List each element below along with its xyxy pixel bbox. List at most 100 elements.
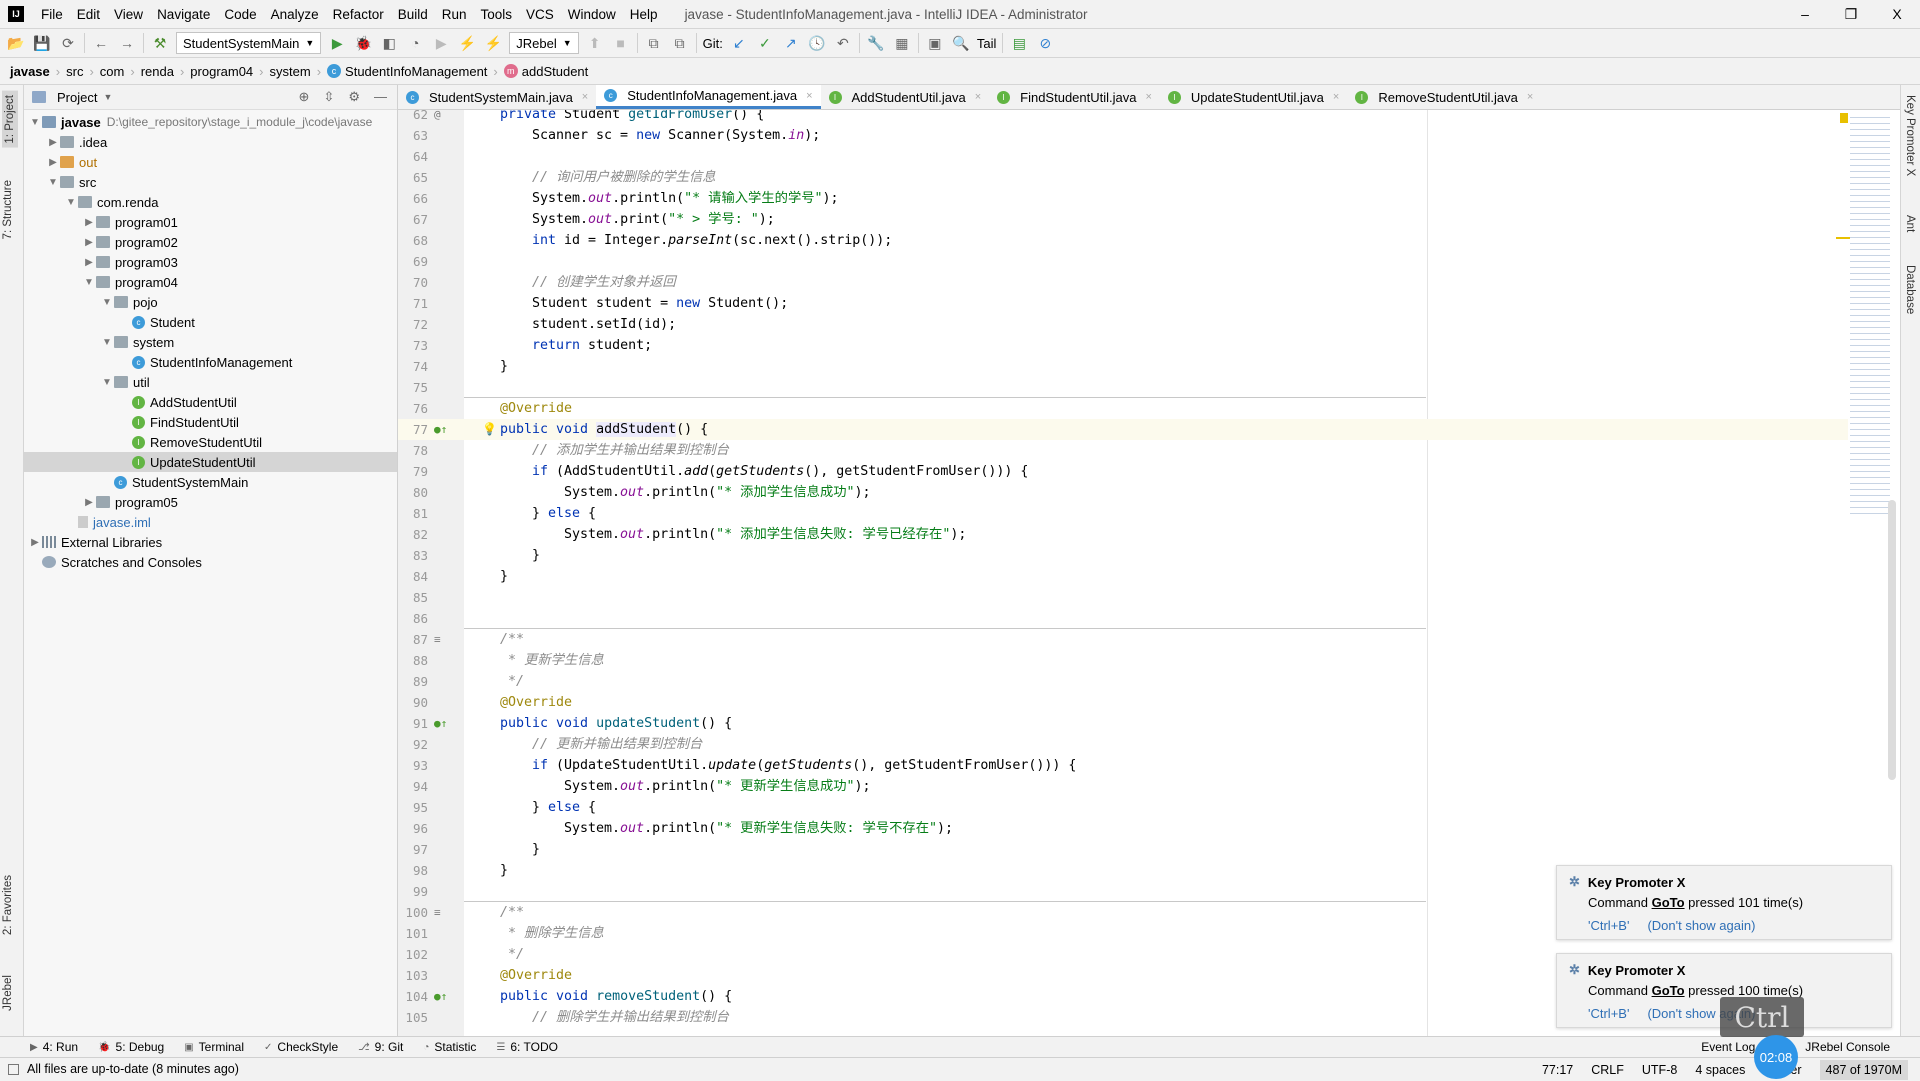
tool-window-button[interactable]: ▣ Terminal [184,1040,244,1054]
code-line[interactable]: 72 student.setId(id); [398,314,1848,335]
tree-item[interactable]: ▼ com.renda [24,192,397,212]
tail-button[interactable]: Tail [977,36,997,51]
tool-tab-key-promoter[interactable]: Key Promoter X [1904,95,1916,176]
expanded-arrow-icon[interactable]: ▼ [100,377,114,388]
editor-tab[interactable]: I FindStudentUtil.java × [989,85,1160,109]
project-panel-title[interactable]: Project [57,90,97,105]
code-line[interactable]: 79 if (AddStudentUtil.add(getStudents(), … [398,461,1848,482]
shortcut-link[interactable]: 'Ctrl+B' [1588,918,1629,933]
build-hammer-icon[interactable]: ⚒ [150,33,170,53]
code-line[interactable]: 96 System.out.println("* 更新学生信息失败: 学号不存在"… [398,818,1848,839]
caret-position[interactable]: 77:17 [1542,1063,1573,1077]
tree-item[interactable]: I RemoveStudentUtil [24,432,397,452]
tree-item[interactable]: ▼ pojo [24,292,397,312]
tree-item[interactable]: ▶ program02 [24,232,397,252]
editor-tab[interactable]: I RemoveStudentUtil.java × [1347,85,1541,109]
menu-navigate[interactable]: Navigate [150,7,217,22]
tree-item[interactable]: ▼ src [24,172,397,192]
editor-tab[interactable]: I UpdateStudentUtil.java × [1160,85,1347,109]
stop-icon[interactable]: ■ [611,33,631,53]
tool-tab-jrebel[interactable]: JRebel [2,975,14,1011]
tree-item[interactable]: I UpdateStudentUtil [24,452,397,472]
code-line[interactable]: 71 Student student = new Student(); [398,293,1848,314]
editor-tab[interactable]: I AddStudentUtil.java × [821,85,990,109]
code-line[interactable]: 85 [398,587,1848,608]
code-line[interactable]: 73 return student; [398,335,1848,356]
status-toggle-icon[interactable] [8,1063,19,1075]
breadcrumb-item[interactable]: program04 [190,64,253,79]
indent-setting[interactable]: 4 spaces [1695,1063,1745,1077]
terminal-icon[interactable]: ▣ [925,33,945,53]
intention-bulb-icon[interactable]: 💡 [482,419,497,440]
collapsed-arrow-icon[interactable]: ▶ [82,237,96,248]
git-update-icon[interactable]: ↙ [729,33,749,53]
expanded-arrow-icon[interactable]: ▼ [82,277,96,288]
tool-window-button[interactable]: 🐞 5: Debug [98,1040,164,1054]
collapsed-arrow-icon[interactable]: ▶ [82,217,96,228]
code-line[interactable]: 91 ●↑ public void updateStudent() { [398,713,1848,734]
breadcrumb-item[interactable]: m addStudent [503,64,588,79]
code-line[interactable]: 82 System.out.println("* 添加学生信息失败: 学号已经存在… [398,524,1848,545]
gear-icon[interactable]: ⚙ [348,89,360,105]
code-line[interactable]: 77 ●↑ 💡 public void addStudent() { [398,419,1848,440]
save-icon[interactable]: 💾 [32,33,52,53]
code-line[interactable]: 81} else { [398,503,1848,524]
close-tab-icon[interactable]: × [582,91,588,103]
sync-icon[interactable]: ⟳ [58,33,78,53]
code-line[interactable]: 86 [398,608,1848,629]
tree-item[interactable]: ▼ program04 [24,272,397,292]
tree-item[interactable]: c StudentSystemMain [24,472,397,492]
hide-icon[interactable]: — [374,89,387,105]
statistic-icon[interactable]: ▤ [1009,33,1029,53]
breadcrumb-item[interactable]: src [66,64,83,79]
collapsed-arrow-icon[interactable]: ▶ [46,157,60,168]
tool-window-button[interactable]: ⎇ 9: Git [358,1040,403,1054]
menu-vcs[interactable]: VCS [519,7,561,22]
history-icon[interactable]: 🕓 [807,33,827,53]
coverage-icon[interactable]: ◧ [379,33,399,53]
tool-tab-project[interactable]: 1: Project [2,91,18,148]
tree-item[interactable]: javase.iml [24,512,397,532]
jrebel-run-icon[interactable]: ⚡ [457,33,477,53]
tool-tab-ant[interactable]: Ant [1904,215,1916,232]
expanded-arrow-icon[interactable]: ▼ [100,337,114,348]
code-line[interactable]: 94 System.out.println("* 更新学生信息成功"); [398,776,1848,797]
tool-window-button[interactable]: ▶ 4: Run [30,1040,78,1054]
menu-analyze[interactable]: Analyze [264,7,326,22]
tree-item[interactable]: c Student [24,312,397,332]
code-line[interactable]: 65 // 询问用户被删除的学生信息 [398,167,1848,188]
tool-window-button[interactable]: ☰ 6: TODO [496,1040,558,1054]
collapsed-arrow-icon[interactable]: ▶ [46,137,60,148]
menu-code[interactable]: Code [217,7,263,22]
dont-show-again-link[interactable]: (Don't show again) [1647,918,1755,933]
profile-icon[interactable]: ◔ [405,33,425,53]
tool-tab-structure[interactable]: 7: Structure [2,180,14,239]
back-icon[interactable]: ← [91,33,111,53]
code-line[interactable]: 67 System.out.print("* > 学号: "); [398,209,1848,230]
git-commit-icon[interactable]: ✓ [755,33,775,53]
code-line[interactable]: 68 int id = Integer.parseInt(sc.next().st… [398,230,1848,251]
jrebel-select[interactable]: JRebel ▼ [509,32,579,54]
tree-item[interactable]: ▶ .idea [24,132,397,152]
code-line[interactable]: 75 [398,377,1848,398]
code-line[interactable]: 69 [398,251,1848,272]
update-icon[interactable]: ⬆ [585,33,605,53]
stop-play-icon[interactable]: ▶ [431,33,451,53]
file-encoding[interactable]: UTF-8 [1642,1063,1677,1077]
open-icon[interactable]: 📂 [6,33,26,53]
breadcrumb-item[interactable]: renda [141,64,174,79]
collapse-all-icon[interactable]: ⇳ [323,89,334,105]
tree-item[interactable]: Scratches and Consoles [24,552,397,572]
code-line[interactable]: 83} [398,545,1848,566]
code-line[interactable]: 66 System.out.println("* 请输入学生的学号"); [398,188,1848,209]
code-line[interactable]: 95} else { [398,797,1848,818]
code-line[interactable]: 63 Scanner sc = new Scanner(System.in); [398,125,1848,146]
doc-marker-icon[interactable]: ≡ [434,629,441,650]
tool-tab-database[interactable]: Database [1904,265,1916,314]
code-line[interactable]: 76 @Override [398,398,1848,419]
tree-item[interactable]: c StudentInfoManagement [24,352,397,372]
menu-build[interactable]: Build [391,7,435,22]
minimize-button[interactable]: – [1782,0,1828,28]
breadcrumb-item[interactable]: com [100,64,125,79]
tree-item[interactable]: I FindStudentUtil [24,412,397,432]
